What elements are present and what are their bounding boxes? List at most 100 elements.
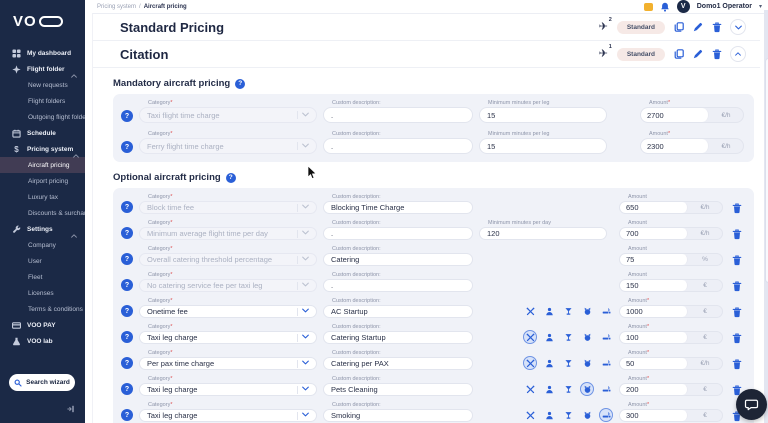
pet-icon[interactable] [580, 304, 594, 318]
drink-icon[interactable] [561, 356, 575, 370]
user-avatar[interactable]: V [677, 0, 690, 13]
sidebar-item-schedule[interactable]: Schedule [0, 125, 85, 141]
delete-row-button[interactable] [732, 305, 742, 316]
custom-description-input[interactable] [323, 331, 473, 344]
pet-icon[interactable] [580, 408, 594, 422]
scrollbar-track[interactable] [764, 10, 768, 423]
sidebar-subitem-new-requests[interactable]: New requests [0, 77, 85, 93]
amount-value[interactable] [626, 203, 681, 212]
pet-icon[interactable] [580, 382, 594, 396]
edit-button[interactable] [692, 49, 703, 60]
custom-description-value[interactable] [331, 255, 465, 264]
drink-icon[interactable] [561, 382, 575, 396]
sidebar-item-settings[interactable]: Settings [0, 221, 85, 237]
sidebar-subitem-flight-folders[interactable]: Flight folders [0, 93, 85, 109]
smoking-icon[interactable] [599, 304, 613, 318]
custom-description-input[interactable] [323, 253, 473, 266]
edit-button[interactable] [692, 22, 703, 33]
person-icon[interactable] [542, 382, 556, 396]
voo-logo[interactable]: VO [0, 0, 85, 45]
sidebar-subitem-luxury-tax[interactable]: Luxury tax [0, 189, 85, 205]
delete-row-button[interactable] [732, 357, 742, 368]
custom-description-input[interactable] [323, 279, 473, 292]
person-icon[interactable] [542, 330, 556, 344]
amount-input[interactable] [620, 410, 688, 421]
amount-input[interactable] [620, 384, 688, 395]
sidebar-collapse-icon[interactable] [67, 405, 75, 413]
utensils-icon[interactable] [523, 382, 537, 396]
custom-description-value[interactable] [331, 411, 465, 420]
delete-button[interactable] [711, 49, 722, 60]
amount-input[interactable] [641, 108, 709, 122]
custom-description-value[interactable] [331, 142, 465, 151]
category-select[interactable]: Taxi leg charge [139, 409, 317, 422]
category-select[interactable]: Taxi leg charge [139, 383, 317, 396]
person-icon[interactable] [542, 304, 556, 318]
help-icon[interactable]: ? [121, 227, 133, 239]
amount-input[interactable] [620, 280, 688, 291]
delete-row-button[interactable] [732, 227, 742, 238]
amount-value[interactable] [626, 307, 681, 316]
amount-input[interactable] [620, 228, 688, 239]
custom-description-value[interactable] [331, 385, 465, 394]
custom-description-value[interactable] [331, 333, 465, 342]
help-icon[interactable]: ? [121, 409, 133, 421]
user-menu-caret-icon[interactable]: ▾ [759, 3, 762, 10]
sidebar-subitem-aircraft-pricing[interactable]: Aircraft pricing [0, 157, 85, 173]
help-icon[interactable]: ? [235, 79, 245, 89]
delete-button[interactable] [711, 22, 722, 33]
custom-description-input[interactable] [323, 383, 473, 396]
help-icon[interactable]: ? [121, 253, 133, 265]
utensils-icon[interactable] [523, 330, 537, 344]
amount-value[interactable] [626, 255, 681, 264]
category-select[interactable]: Onetime fee [139, 305, 317, 318]
pet-icon[interactable] [580, 356, 594, 370]
sidebar-item-pricing-system[interactable]: $Pricing system [0, 141, 85, 157]
amount-input[interactable] [620, 202, 688, 213]
custom-description-input[interactable] [323, 305, 473, 318]
sidebar-item-voo-pay[interactable]: VOO PAY [0, 317, 85, 333]
sidebar-subitem-terms-conditions[interactable]: Terms & conditions [0, 301, 85, 317]
custom-description-value[interactable] [331, 229, 465, 238]
amount-value[interactable] [647, 142, 702, 151]
sidebar-subitem-outgoing-flight-folders[interactable]: Outgoing flight folders [0, 109, 85, 125]
custom-description-value[interactable] [331, 359, 465, 368]
expand-chevron-down-icon[interactable] [730, 19, 746, 35]
amount-value[interactable] [626, 359, 681, 368]
person-icon[interactable] [542, 356, 556, 370]
pet-icon[interactable] [580, 330, 594, 344]
help-icon[interactable]: ? [121, 331, 133, 343]
collapse-chevron-up-icon[interactable] [730, 46, 746, 62]
sidebar-item-flight-folder[interactable]: Flight folder [0, 61, 85, 77]
minimum-minutes-input[interactable] [479, 227, 607, 240]
custom-description-value[interactable] [331, 307, 465, 316]
smoking-icon[interactable] [599, 382, 613, 396]
category-select[interactable]: Per pax time charge [139, 357, 317, 370]
announcement-icon[interactable] [644, 3, 653, 11]
custom-description-value[interactable] [331, 203, 465, 212]
smoking-icon[interactable] [599, 408, 613, 422]
copy-button[interactable] [673, 22, 684, 33]
amount-input[interactable] [620, 306, 688, 317]
help-icon[interactable]: ? [121, 141, 133, 153]
sidebar-subitem-airport-pricing[interactable]: Airport pricing [0, 173, 85, 189]
minimum-minutes-value[interactable] [487, 142, 599, 151]
custom-description-value[interactable] [331, 281, 465, 290]
minimum-minutes-input[interactable] [479, 138, 607, 154]
help-icon[interactable]: ? [121, 201, 133, 213]
help-icon[interactable]: ? [121, 110, 133, 122]
sidebar-subitem-company[interactable]: Company [0, 237, 85, 253]
sidebar-item-my-dashboard[interactable]: My dashboard [0, 45, 85, 61]
delete-row-button[interactable] [732, 331, 742, 342]
amount-input[interactable] [620, 332, 688, 343]
sidebar-subitem-licenses[interactable]: Licenses [0, 285, 85, 301]
amount-value[interactable] [647, 111, 702, 120]
amount-value[interactable] [626, 385, 681, 394]
help-icon[interactable]: ? [226, 173, 236, 183]
delete-row-button[interactable] [732, 253, 742, 264]
help-icon[interactable]: ? [121, 305, 133, 317]
amount-input[interactable] [620, 358, 688, 369]
smoking-icon[interactable] [599, 330, 613, 344]
custom-description-input[interactable] [323, 138, 473, 154]
help-icon[interactable]: ? [121, 383, 133, 395]
